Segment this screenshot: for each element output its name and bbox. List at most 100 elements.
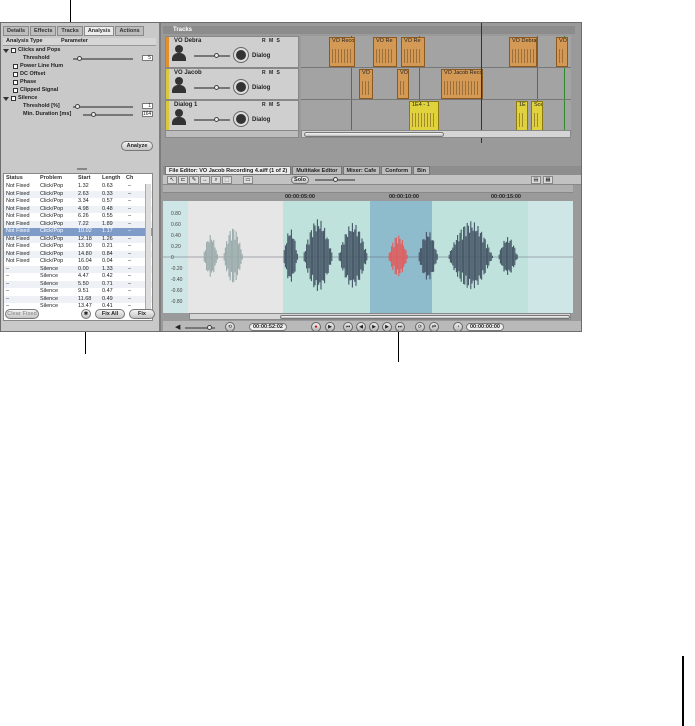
- threshold-pct-slider[interactable]: [73, 104, 133, 109]
- table-row[interactable]: – Silence 4.47 0.42 –: [4, 273, 152, 281]
- audio-clip[interactable]: VO: [556, 37, 568, 67]
- table-row[interactable]: Not Fixed Click/Pop 1.32 0.63 –: [4, 183, 152, 191]
- track-name[interactable]: VO Jacob: [174, 70, 202, 76]
- analysis-item-phase[interactable]: Phase: [3, 79, 156, 87]
- editor-scrollbar[interactable]: [189, 313, 571, 320]
- table-row[interactable]: Not Fixed Click/Pop 14.80 0.84 –: [4, 250, 152, 258]
- col-length[interactable]: Length: [102, 174, 120, 182]
- clear-fixed-button[interactable]: Clear Fixed: [5, 309, 39, 319]
- solo-button[interactable]: Solo: [291, 176, 309, 184]
- disclosure-icon[interactable]: [3, 48, 9, 53]
- analyze-button[interactable]: Analyze: [121, 141, 153, 151]
- table-row[interactable]: – Silence 9.51 0.47 –: [4, 288, 152, 296]
- marquee-tool-icon[interactable]: ⬚: [222, 176, 232, 184]
- loop-button[interactable]: ⟳: [415, 322, 425, 331]
- audio-clip[interactable]: VO Recor: [329, 37, 355, 67]
- track-output[interactable]: Dialog: [252, 85, 270, 91]
- analysis-item-hum[interactable]: Power Line Hum: [3, 63, 156, 71]
- checkbox-icon[interactable]: [13, 80, 18, 86]
- analysis-item-clipped[interactable]: Clipped Signal: [3, 87, 156, 95]
- pan-knob[interactable]: [234, 112, 248, 126]
- audio-clip[interactable]: VO: [397, 69, 409, 99]
- tab-analysis[interactable]: Analysis: [83, 26, 115, 36]
- table-row[interactable]: Not Fixed Click/Pop 13.90 0.21 –: [4, 243, 152, 251]
- col-start[interactable]: Start: [78, 174, 91, 182]
- splitter-handle[interactable]: [77, 168, 87, 170]
- playhead-timecode[interactable]: 00:00:52:02: [249, 323, 287, 331]
- table-row[interactable]: Not Fixed Click/Pop 4.98 0.48 –: [4, 205, 152, 213]
- record-button[interactable]: ●: [311, 322, 321, 331]
- tab-bin[interactable]: Bin: [413, 166, 430, 175]
- settings-button[interactable]: ✱: [81, 309, 91, 319]
- threshold-slider[interactable]: [73, 56, 133, 61]
- tab-details[interactable]: Details: [3, 26, 30, 36]
- audio-clip[interactable]: Scei: [531, 101, 543, 131]
- tab-conform[interactable]: Conform: [381, 166, 413, 175]
- tab-file-editor[interactable]: File Editor: VO Jacob Recording 4.aiff (…: [165, 166, 292, 175]
- tracks-header[interactable]: Tracks: [163, 26, 575, 34]
- analysis-group-silence[interactable]: Silence: [3, 95, 156, 103]
- checkbox-icon[interactable]: [11, 96, 16, 102]
- audio-clip[interactable]: VO: [359, 69, 373, 99]
- duration-field[interactable]: 164: [142, 111, 153, 117]
- table-row[interactable]: Not Fixed Click/Pop 3.34 0.57 –: [4, 198, 152, 206]
- table-row[interactable]: – Silence 5.50 0.71 –: [4, 280, 152, 288]
- audio-clip[interactable]: 1E: [516, 101, 528, 131]
- fix-button[interactable]: Fix: [129, 309, 155, 319]
- table-row[interactable]: Not Fixed Click/Pop 12.18 1.26 –: [4, 235, 152, 243]
- threshold-field[interactable]: 5: [142, 55, 153, 61]
- layout-icon[interactable]: ▤: [531, 176, 541, 184]
- track-output[interactable]: Dialog: [252, 53, 270, 59]
- tab-tracks[interactable]: Tracks: [57, 26, 83, 36]
- track-rms-buttons[interactable]: R M S: [262, 70, 281, 76]
- zoom-tool-icon[interactable]: ⌕: [211, 176, 221, 184]
- track-rms-buttons[interactable]: R M S: [262, 102, 281, 108]
- solo-slider[interactable]: [315, 177, 355, 182]
- select-tool-icon[interactable]: ⊏: [178, 176, 188, 184]
- track-volume-slider[interactable]: [194, 117, 230, 122]
- tab-multitake-editor[interactable]: Multitake Editor: [292, 166, 342, 175]
- track-lane[interactable]: 1E4 - 1 1E Scei: [301, 100, 571, 132]
- track-rms-buttons[interactable]: R M S: [262, 38, 281, 44]
- col-ch[interactable]: Ch: [126, 174, 133, 182]
- table-row[interactable]: Not Fixed Click/Pop 10.02 1.17 –: [4, 228, 152, 236]
- duration-slider[interactable]: [83, 112, 133, 117]
- audio-clip[interactable]: VO Debra: [509, 37, 537, 67]
- forward-button[interactable]: ▶: [382, 322, 392, 331]
- disclosure-icon[interactable]: [3, 96, 9, 101]
- duration-timecode[interactable]: 00:00:00:00: [466, 323, 504, 331]
- table-scrollbar[interactable]: [145, 184, 151, 319]
- track-lane[interactable]: VO Recor VO Re VO Re VO Debra VO: [301, 36, 571, 68]
- checkbox-icon[interactable]: [13, 72, 18, 78]
- table-row[interactable]: – Silence 0.00 1.33 –: [4, 265, 152, 273]
- track-volume-slider[interactable]: [194, 53, 230, 58]
- pan-knob[interactable]: [234, 48, 248, 62]
- audio-clip[interactable]: VO Jacob Recori: [441, 69, 483, 99]
- rewind-button[interactable]: ◀: [356, 322, 366, 331]
- tracks-scrollbar[interactable]: [301, 130, 571, 138]
- editor-scroll-thumb[interactable]: [280, 315, 570, 319]
- analysis-item-dc[interactable]: DC Offset: [3, 71, 156, 79]
- cycle-icon[interactable]: ⟲: [225, 322, 235, 331]
- view-toggle-icon[interactable]: ▭: [243, 176, 253, 184]
- spectrum-icon[interactable]: ▦: [543, 176, 553, 184]
- table-row[interactable]: – Silence 11.68 0.49 –: [4, 295, 152, 303]
- fix-all-button[interactable]: Fix All: [95, 309, 125, 319]
- audio-clip[interactable]: VO Re: [401, 37, 425, 67]
- play-button-main[interactable]: ▶: [369, 322, 379, 331]
- go-to-start-button[interactable]: ⏮: [343, 322, 353, 331]
- track-header[interactable]: Dialog 1 R M S Dialog: [165, 100, 299, 132]
- tab-effects[interactable]: Effects: [30, 26, 57, 36]
- audio-clip[interactable]: 1E4 - 1: [409, 101, 439, 131]
- waveform-view[interactable]: 0.80 0.60 0.40 0.20 0 -0.20 -0.40 -0.60 -0.80: [163, 201, 573, 313]
- track-volume-slider[interactable]: [194, 85, 230, 90]
- col-status[interactable]: Status: [6, 174, 23, 182]
- checkbox-icon[interactable]: [13, 88, 18, 94]
- checkbox-icon[interactable]: [11, 48, 16, 54]
- audio-clip[interactable]: VO Re: [373, 37, 397, 67]
- track-name[interactable]: VO Debra: [174, 38, 201, 44]
- track-header[interactable]: VO Jacob R M S Dialog: [165, 68, 299, 100]
- table-row[interactable]: Not Fixed Click/Pop 6.26 0.55 –: [4, 213, 152, 221]
- table-row[interactable]: Not Fixed Click/Pop 2.63 0.33 –: [4, 190, 152, 198]
- tab-actions[interactable]: Actions: [115, 26, 144, 36]
